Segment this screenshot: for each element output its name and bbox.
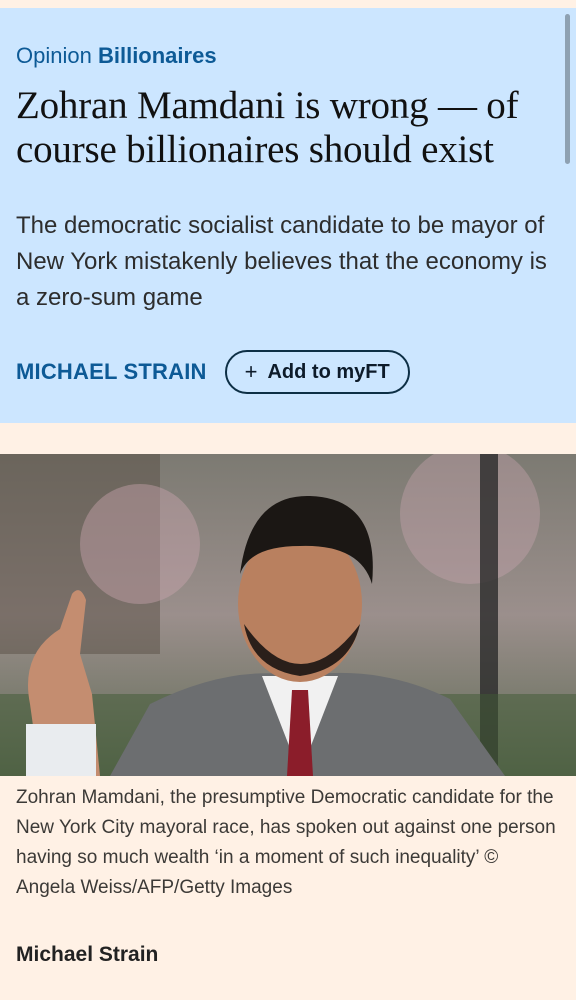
author-link[interactable]: MICHAEL STRAIN [16, 359, 207, 385]
article-header: Opinion Billionaires Zohran Mamdani is w… [0, 8, 576, 423]
photo-caption: Zohran Mamdani, the presumptive Democrat… [16, 787, 556, 898]
article-photo[interactable] [0, 454, 576, 776]
byline-row: MICHAEL STRAIN + Add to myFT [16, 350, 560, 394]
add-to-myft-label: Add to myFT [267, 360, 390, 383]
add-to-myft-button[interactable]: + Add to myFT [224, 350, 410, 394]
plus-icon: + [244, 359, 258, 384]
headline: Zohran Mamdani is wrong — of course bill… [16, 84, 519, 171]
article-figure: Zohran Mamdani, the presumptive Democrat… [0, 454, 576, 903]
topic-label[interactable]: Opinion [16, 43, 92, 68]
topic-line: Opinion Billionaires [16, 42, 560, 70]
scrollbar[interactable] [565, 14, 570, 164]
top-strip [0, 0, 576, 8]
article-page: Opinion Billionaires Zohran Mamdani is w… [0, 0, 576, 1000]
standfirst: The democratic socialist candidate to be… [16, 212, 547, 311]
shirt-cuff [26, 724, 96, 776]
topic-link[interactable]: Billionaires [98, 43, 217, 68]
blossom-blur [80, 484, 200, 604]
author-name[interactable]: Michael Strain [16, 943, 560, 967]
photo-illustration [0, 454, 576, 776]
